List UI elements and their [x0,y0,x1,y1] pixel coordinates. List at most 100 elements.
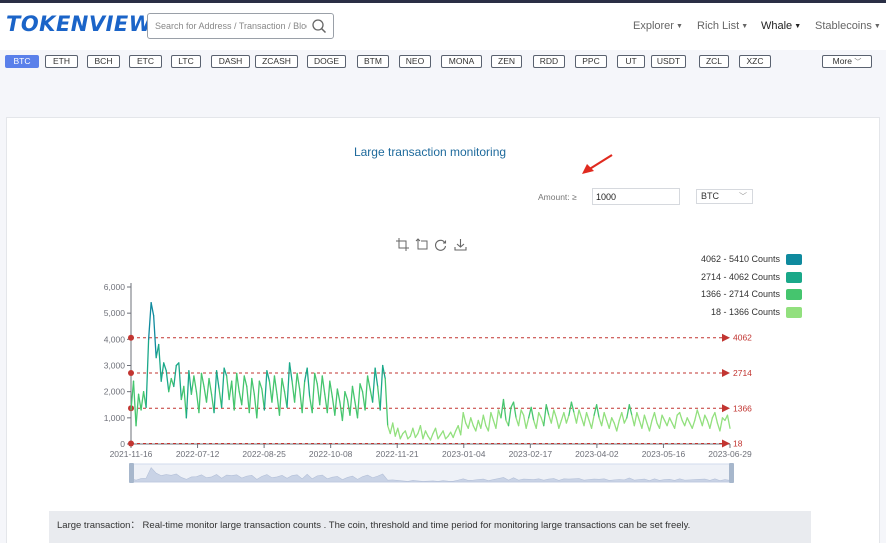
series-segment [520,409,525,416]
series-segment [726,414,731,429]
series-segment [422,430,427,440]
series-segment [535,411,540,429]
series-segment [679,411,683,422]
threshold-arrow [722,404,730,413]
series-segment [288,362,293,382]
x-tick-label: 2023-04-02 [575,449,619,459]
series-segment [263,370,268,411]
threshold-arrow [722,333,730,342]
series-segment [185,370,190,419]
y-tick-label: 4,000 [104,334,126,344]
threshold-marker [128,369,134,376]
series-segment [555,417,560,429]
x-tick-label: 2021-11-16 [110,449,153,459]
series-segment [487,411,492,432]
series-segment [666,417,671,427]
series-segment [643,414,648,424]
series-segment [266,370,271,382]
x-tick-label: 2023-06-29 [708,449,752,459]
series-segment [467,417,472,429]
series-segment [691,419,696,429]
series-segment [225,375,230,401]
series-segment [661,414,666,422]
series-segment [190,375,195,395]
series-segment [319,375,323,406]
series-segment [641,414,646,429]
series-segment [273,375,278,395]
series-segment [419,425,424,440]
x-tick-label: 2023-01-04 [442,449,486,459]
series-segment [392,422,396,437]
series-segment [611,417,615,424]
series-segment [528,406,532,419]
series-segment [626,404,630,419]
series-segment [256,380,261,419]
series-segment [460,411,464,436]
series-segment [593,404,598,416]
y-tick-label: 1,000 [104,413,126,423]
series-segment [616,419,620,432]
y-tick-label: 2,000 [104,387,126,397]
y-tick-label: 6,000 [104,282,126,292]
series-segment [621,411,625,424]
threshold-marker [128,334,134,341]
series-segment [480,414,485,429]
series-segment [507,406,512,427]
series-segment [140,391,145,411]
series-segment [374,367,379,388]
threshold-label: 2714 [733,368,752,378]
data-zoom-handle-left [129,463,134,483]
series-segment [296,372,301,390]
series-segment [153,315,157,359]
series-segment [694,409,698,422]
series-segment [684,417,688,427]
y-tick-label: 0 [120,439,125,449]
series-segment [414,432,419,439]
series-segment [553,409,557,419]
series-segment [482,414,487,427]
x-tick-label: 2022-10-08 [309,449,353,459]
series-segment [452,430,457,439]
description-note: Large transaction： Real-time monitor lar… [49,511,811,543]
series-segment [213,370,218,414]
threshold-label: 1366 [733,403,752,413]
series-segment [241,375,245,406]
series-segment [286,362,291,409]
series-segment [525,417,530,429]
series-segment [404,430,409,440]
series-segment [578,409,583,419]
series-segment [550,409,555,424]
x-tick-label: 2022-07-12 [176,449,220,459]
series-segment [251,377,255,395]
series-segment [470,417,474,427]
series-segment [198,372,203,414]
series-segment [575,409,580,424]
series-segment [633,411,638,427]
series-segment [412,427,417,439]
series-segment [636,411,641,422]
series-segment [147,302,152,340]
series-segment [382,364,386,380]
series-segment [160,362,165,382]
series-segment [545,404,550,416]
series-segment [329,380,333,398]
series-segment [306,367,311,398]
series-segment [349,385,354,416]
series-segment [583,411,588,427]
series-segment [145,338,150,409]
series-segment [658,414,663,429]
series-segment [384,377,389,427]
series-segment [321,375,326,395]
series-segment [603,411,608,422]
threshold-arrow [722,439,730,448]
series-segment [631,414,636,427]
series-segment [341,391,346,422]
series-segment [434,427,439,440]
series-segment [351,385,356,403]
series-segment [608,417,613,429]
series-segment [205,377,210,403]
series-segment [475,419,479,432]
series-segment [573,411,578,424]
threshold-arrow [722,368,730,377]
series-segment [437,434,442,440]
